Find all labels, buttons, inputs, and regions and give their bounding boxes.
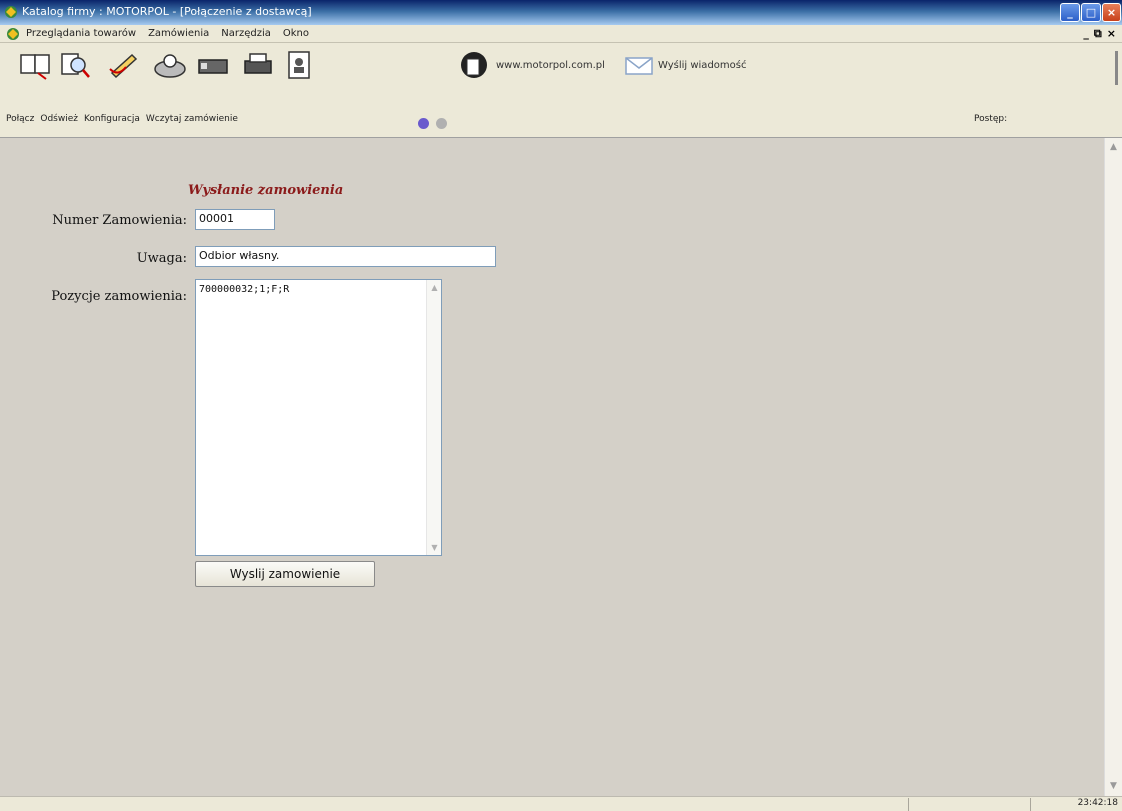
configuration-link[interactable]: Konfiguracja (84, 114, 140, 124)
menu-browse-products[interactable]: Przeglądania towarów (26, 28, 136, 39)
truck-icon[interactable] (196, 49, 232, 81)
scroll-down-icon[interactable]: ▼ (430, 543, 439, 552)
minimize-button[interactable]: _ (1060, 3, 1080, 22)
status-panel (908, 798, 909, 811)
status-bar: 23:42:18 (0, 796, 1122, 811)
positions-text: 700000032;1;F;R (199, 284, 290, 295)
positions-label: Pozycje zamowienia: (51, 289, 187, 304)
note-field[interactable]: Odbior własny. (195, 246, 496, 267)
positions-textarea[interactable]: 700000032;1;F;R ▲ ▼ (195, 279, 442, 556)
status-panel (1030, 798, 1031, 811)
order-pen-icon[interactable] (106, 49, 142, 81)
website-link[interactable]: www.motorpol.com.pl (496, 60, 605, 71)
window-title: Katalog firmy : MOTORPOL - [Połączenie z… (22, 5, 312, 18)
toolbar-grip[interactable] (1115, 51, 1118, 85)
form-heading: Wysłanie zamowienia (188, 183, 344, 198)
back-icon[interactable] (418, 118, 429, 129)
main-toolbar: www.motorpol.com.pl Wyślij wiadomość (0, 43, 1122, 89)
menu-window[interactable]: Okno (283, 28, 309, 39)
send-message-link[interactable]: Wyślij wiadomość (658, 60, 746, 71)
title-bar: Katalog firmy : MOTORPOL - [Połączenie z… (0, 0, 1122, 25)
textarea-scrollbar[interactable]: ▲ ▼ (426, 280, 441, 555)
search-book-icon[interactable] (58, 49, 94, 81)
note-label: Uwaga: (136, 251, 187, 266)
menu-tools[interactable]: Narzędzia (221, 28, 271, 39)
progress-label: Postęp: (974, 114, 1008, 124)
send-order-button[interactable]: Wyslij zamowienie (195, 561, 375, 587)
globe-icon[interactable] (456, 49, 492, 81)
printer-icon[interactable] (240, 49, 276, 81)
connection-toolbar: Połącz Odśwież Konfiguracja Wczytaj zamó… (0, 89, 1122, 138)
page-scroll-down-icon[interactable]: ▼ (1108, 781, 1119, 792)
app-menu-icon[interactable] (6, 27, 20, 41)
document-user-icon[interactable] (280, 49, 316, 81)
load-order-link[interactable]: Wczytaj zamówienie (146, 114, 238, 124)
forward-icon[interactable] (436, 118, 447, 129)
mdi-restore-button[interactable]: ⧉ (1094, 27, 1102, 41)
maximize-button[interactable]: □ (1081, 3, 1101, 22)
refresh-link[interactable]: Odśwież (40, 114, 78, 124)
page-scrollbar[interactable]: ▲ ▼ (1104, 138, 1122, 796)
car-part-icon[interactable] (152, 49, 188, 81)
close-button[interactable]: × (1102, 3, 1121, 22)
envelope-icon[interactable] (624, 55, 654, 77)
app-icon (5, 6, 17, 18)
main-content (0, 138, 1104, 796)
order-number-field[interactable]: 00001 (195, 209, 275, 230)
order-number-label: Numer Zamowienia: (52, 213, 187, 228)
menu-bar: Przeglądania towarów Zamówienia Narzędzi… (0, 25, 1122, 43)
page-scroll-up-icon[interactable]: ▲ (1108, 142, 1119, 153)
catalog-book-icon[interactable] (18, 49, 54, 81)
mdi-close-button[interactable]: × (1107, 27, 1116, 41)
mdi-minimize-button[interactable]: _ (1083, 27, 1089, 41)
menu-orders[interactable]: Zamówienia (148, 28, 209, 39)
scroll-up-icon[interactable]: ▲ (430, 283, 439, 292)
status-time: 23:42:18 (1077, 798, 1118, 808)
connect-link[interactable]: Połącz (6, 114, 34, 124)
